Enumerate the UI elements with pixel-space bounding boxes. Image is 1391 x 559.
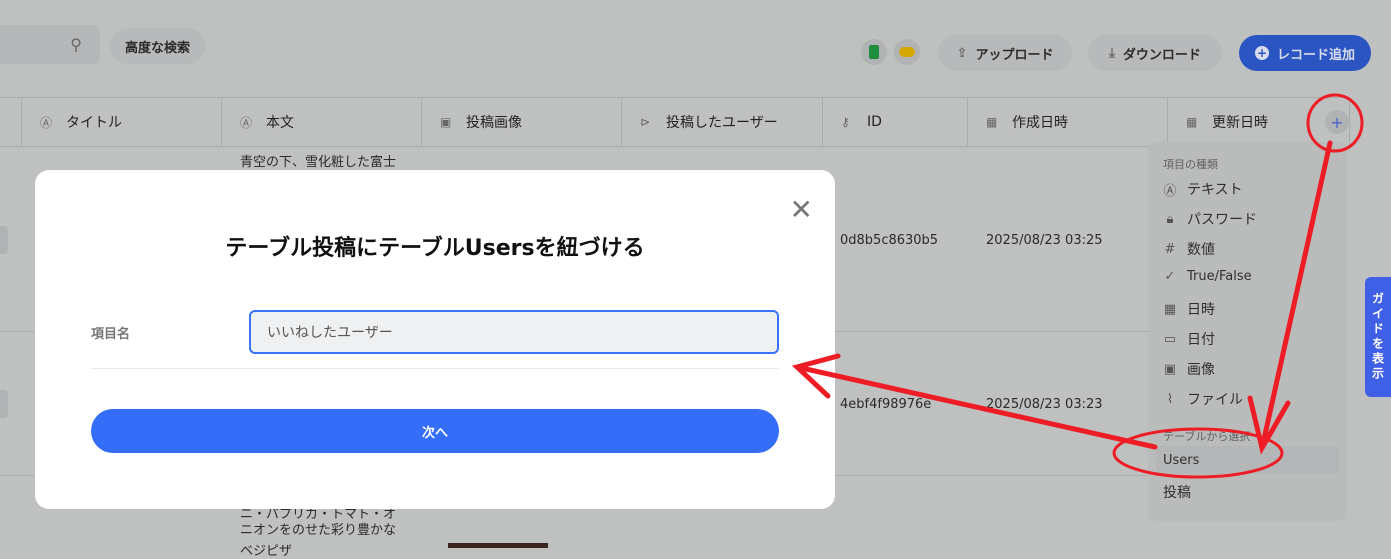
- annotation-arrow: [792, 353, 1158, 450]
- annotation-overlay: [792, 93, 1364, 479]
- annotation-circle: [1306, 93, 1364, 153]
- annotation-arrow: [1247, 140, 1333, 455]
